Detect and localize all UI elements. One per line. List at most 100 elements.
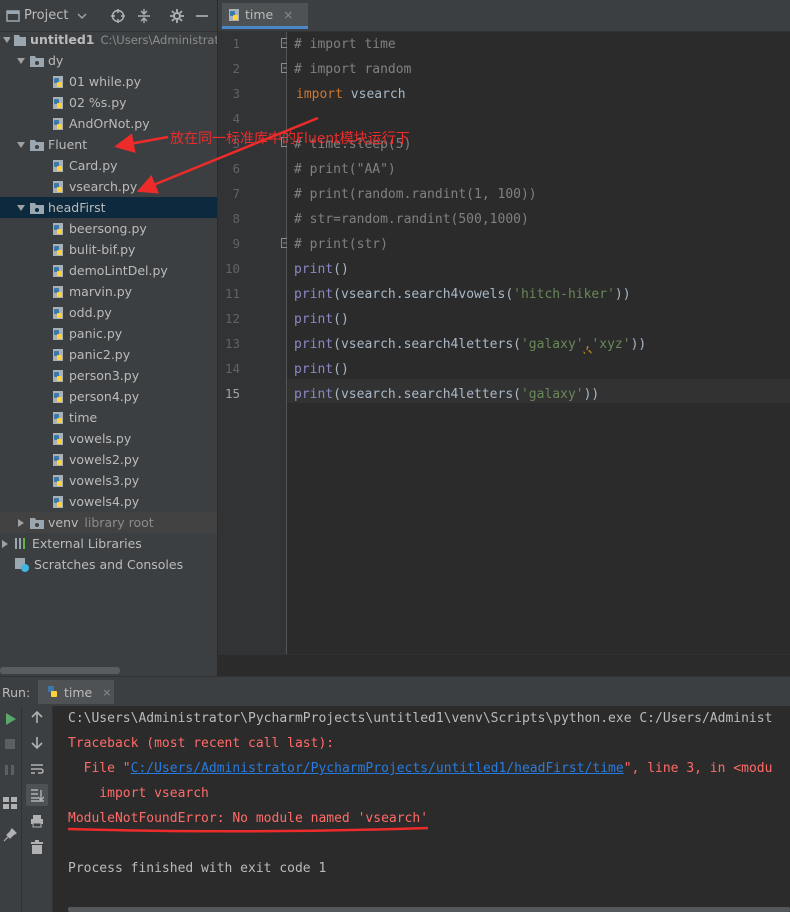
tree-file-02-s[interactable]: 02 %s.py <box>0 92 217 113</box>
python-file-icon <box>53 159 63 172</box>
keyword-import: import <box>296 87 343 102</box>
tree-file-vowels[interactable]: vowels.py <box>0 428 217 449</box>
tree-folder-headfirst[interactable]: headFirst <box>0 197 217 218</box>
run-console[interactable]: C:\Users\Administrator\PycharmProjects\u… <box>53 706 790 912</box>
tree-item-label: person3.py <box>69 368 140 383</box>
pin-icon[interactable] <box>3 828 17 842</box>
arrow-up-icon[interactable] <box>30 710 44 724</box>
error-underline-annotation <box>67 826 429 833</box>
tree-item-label: 02 %s.py <box>69 95 127 110</box>
tree-file-person3[interactable]: person3.py <box>0 365 217 386</box>
line-number: 1 <box>232 36 240 51</box>
tree-file-marvin[interactable]: marvin.py <box>0 281 217 302</box>
print-icon[interactable] <box>30 814 44 828</box>
tree-item-label: odd.py <box>69 305 112 320</box>
tree-folder-dy[interactable]: dy <box>0 50 217 71</box>
collapse-arrow-icon[interactable] <box>16 518 26 528</box>
tree-file-bulit-bif[interactable]: bulit-bif.py <box>0 239 217 260</box>
tree-file-beersong[interactable]: beersong.py <box>0 218 217 239</box>
console-command-line: C:\Users\Administrator\PycharmProjects\u… <box>68 711 773 726</box>
arrow-down-icon[interactable] <box>30 736 44 750</box>
tree-item-label: vsearch.py <box>69 179 138 194</box>
file-prefix: File " <box>68 761 131 776</box>
tree-file-odd[interactable]: odd.py <box>0 302 217 323</box>
tree-item-label: Fluent <box>48 137 88 152</box>
run-tab-time[interactable]: time × <box>38 680 114 704</box>
expand-arrow-icon[interactable] <box>2 35 11 45</box>
python-file-icon <box>53 474 63 487</box>
tree-item-label: vowels.py <box>69 431 132 446</box>
library-icon <box>15 538 25 549</box>
code-line-10: print() <box>294 257 349 282</box>
tree-external-libraries[interactable]: External Libraries <box>0 533 217 554</box>
pause-icon[interactable] <box>4 764 16 776</box>
layout-icon[interactable] <box>2 796 18 810</box>
tree-file-vsearch[interactable]: vsearch.py <box>0 176 217 197</box>
tree-item-label: panic2.py <box>69 347 131 362</box>
editor-tab-time[interactable]: time × <box>222 3 308 29</box>
tree-item-label: Scratches and Consoles <box>34 557 184 572</box>
gear-icon[interactable] <box>169 8 185 24</box>
root-path: C:\Users\Administrat <box>100 32 218 47</box>
tree-file-panic[interactable]: panic.py <box>0 323 217 344</box>
editor-gutter: 1 2 3 4 5 6 7 8 9 10 11 12 13 14 15 <box>218 32 291 654</box>
tree-file-vowels2[interactable]: vowels2.py <box>0 449 217 470</box>
tree-file-vowels4[interactable]: vowels4.py <box>0 491 217 512</box>
code-line-15: print(vsearch.search4letters('galaxy')) <box>294 382 599 407</box>
tree-folder-venv[interactable]: venv library root <box>0 512 217 533</box>
collapse-all-icon[interactable] <box>136 8 152 24</box>
call-close: )) <box>614 287 631 302</box>
root-label: untitled1 <box>30 32 95 47</box>
expand-arrow-icon[interactable] <box>16 56 26 66</box>
tree-item-label: time <box>69 410 98 425</box>
tree-root-untitled1[interactable]: untitled1 C:\Users\Administrat <box>0 32 217 50</box>
rerun-icon[interactable] <box>3 712 17 726</box>
call-close: )) <box>583 387 600 402</box>
trash-icon[interactable] <box>30 840 44 854</box>
folder-icon <box>14 34 27 46</box>
python-file-icon <box>53 243 63 256</box>
soft-wrap-icon[interactable] <box>30 762 44 776</box>
minimize-icon[interactable] <box>195 8 209 24</box>
call-expr: (vsearch.search4letters( <box>333 337 521 352</box>
project-icon <box>6 9 20 22</box>
tree-scratches[interactable]: Scratches and Consoles <box>0 554 217 575</box>
tree-item-label: Card.py <box>69 158 118 173</box>
tree-horizontal-scrollbar[interactable] <box>0 667 120 674</box>
call-parens: () <box>333 312 349 327</box>
comment: # print("AA") <box>294 162 396 177</box>
python-file-icon <box>53 180 63 193</box>
run-toolbar-secondary <box>22 706 53 912</box>
stop-icon[interactable] <box>4 738 16 750</box>
tree-file-vowels3[interactable]: vowels3.py <box>0 470 217 491</box>
locate-icon[interactable] <box>110 8 126 24</box>
code-editor[interactable]: # import time # import random import vse… <box>287 32 790 654</box>
editor-bottom-strip <box>218 654 790 677</box>
tree-item-label: panic.py <box>69 326 123 341</box>
tree-file-01-while[interactable]: 01 while.py <box>0 71 217 92</box>
console-horizontal-scrollbar[interactable] <box>68 907 790 912</box>
tree-item-label: vowels3.py <box>69 473 140 488</box>
run-panel-header: Run: time × <box>0 676 790 706</box>
expand-arrow-icon[interactable] <box>16 203 26 213</box>
close-run-tab-icon[interactable]: × <box>102 686 111 699</box>
close-tab-icon[interactable]: × <box>283 8 293 22</box>
tree-file-panic2[interactable]: panic2.py <box>0 344 217 365</box>
call-parens: () <box>333 362 349 377</box>
tree-file-demolintdel[interactable]: demoLintDel.py <box>0 260 217 281</box>
expand-arrow-icon[interactable] <box>16 140 26 150</box>
tree-file-time[interactable]: time <box>0 407 217 428</box>
collapse-arrow-icon[interactable] <box>0 539 10 549</box>
console-import-line: import vsearch <box>68 786 209 801</box>
code-line-8: # str=random.randint(500,1000) <box>294 207 529 232</box>
builtin-print: print <box>294 287 334 302</box>
code-line-2: # import random <box>294 57 411 82</box>
tree-file-card[interactable]: Card.py <box>0 155 217 176</box>
scroll-to-end-button[interactable] <box>26 784 48 806</box>
project-view-selector[interactable]: Project <box>6 8 88 23</box>
source-file-link[interactable]: C:/Users/Administrator/PycharmProjects/u… <box>131 761 624 776</box>
tree-file-person4[interactable]: person4.py <box>0 386 217 407</box>
tree-item-label: 01 while.py <box>69 74 141 89</box>
tree-item-label: demoLintDel.py <box>69 263 168 278</box>
python-file-icon <box>229 8 239 21</box>
